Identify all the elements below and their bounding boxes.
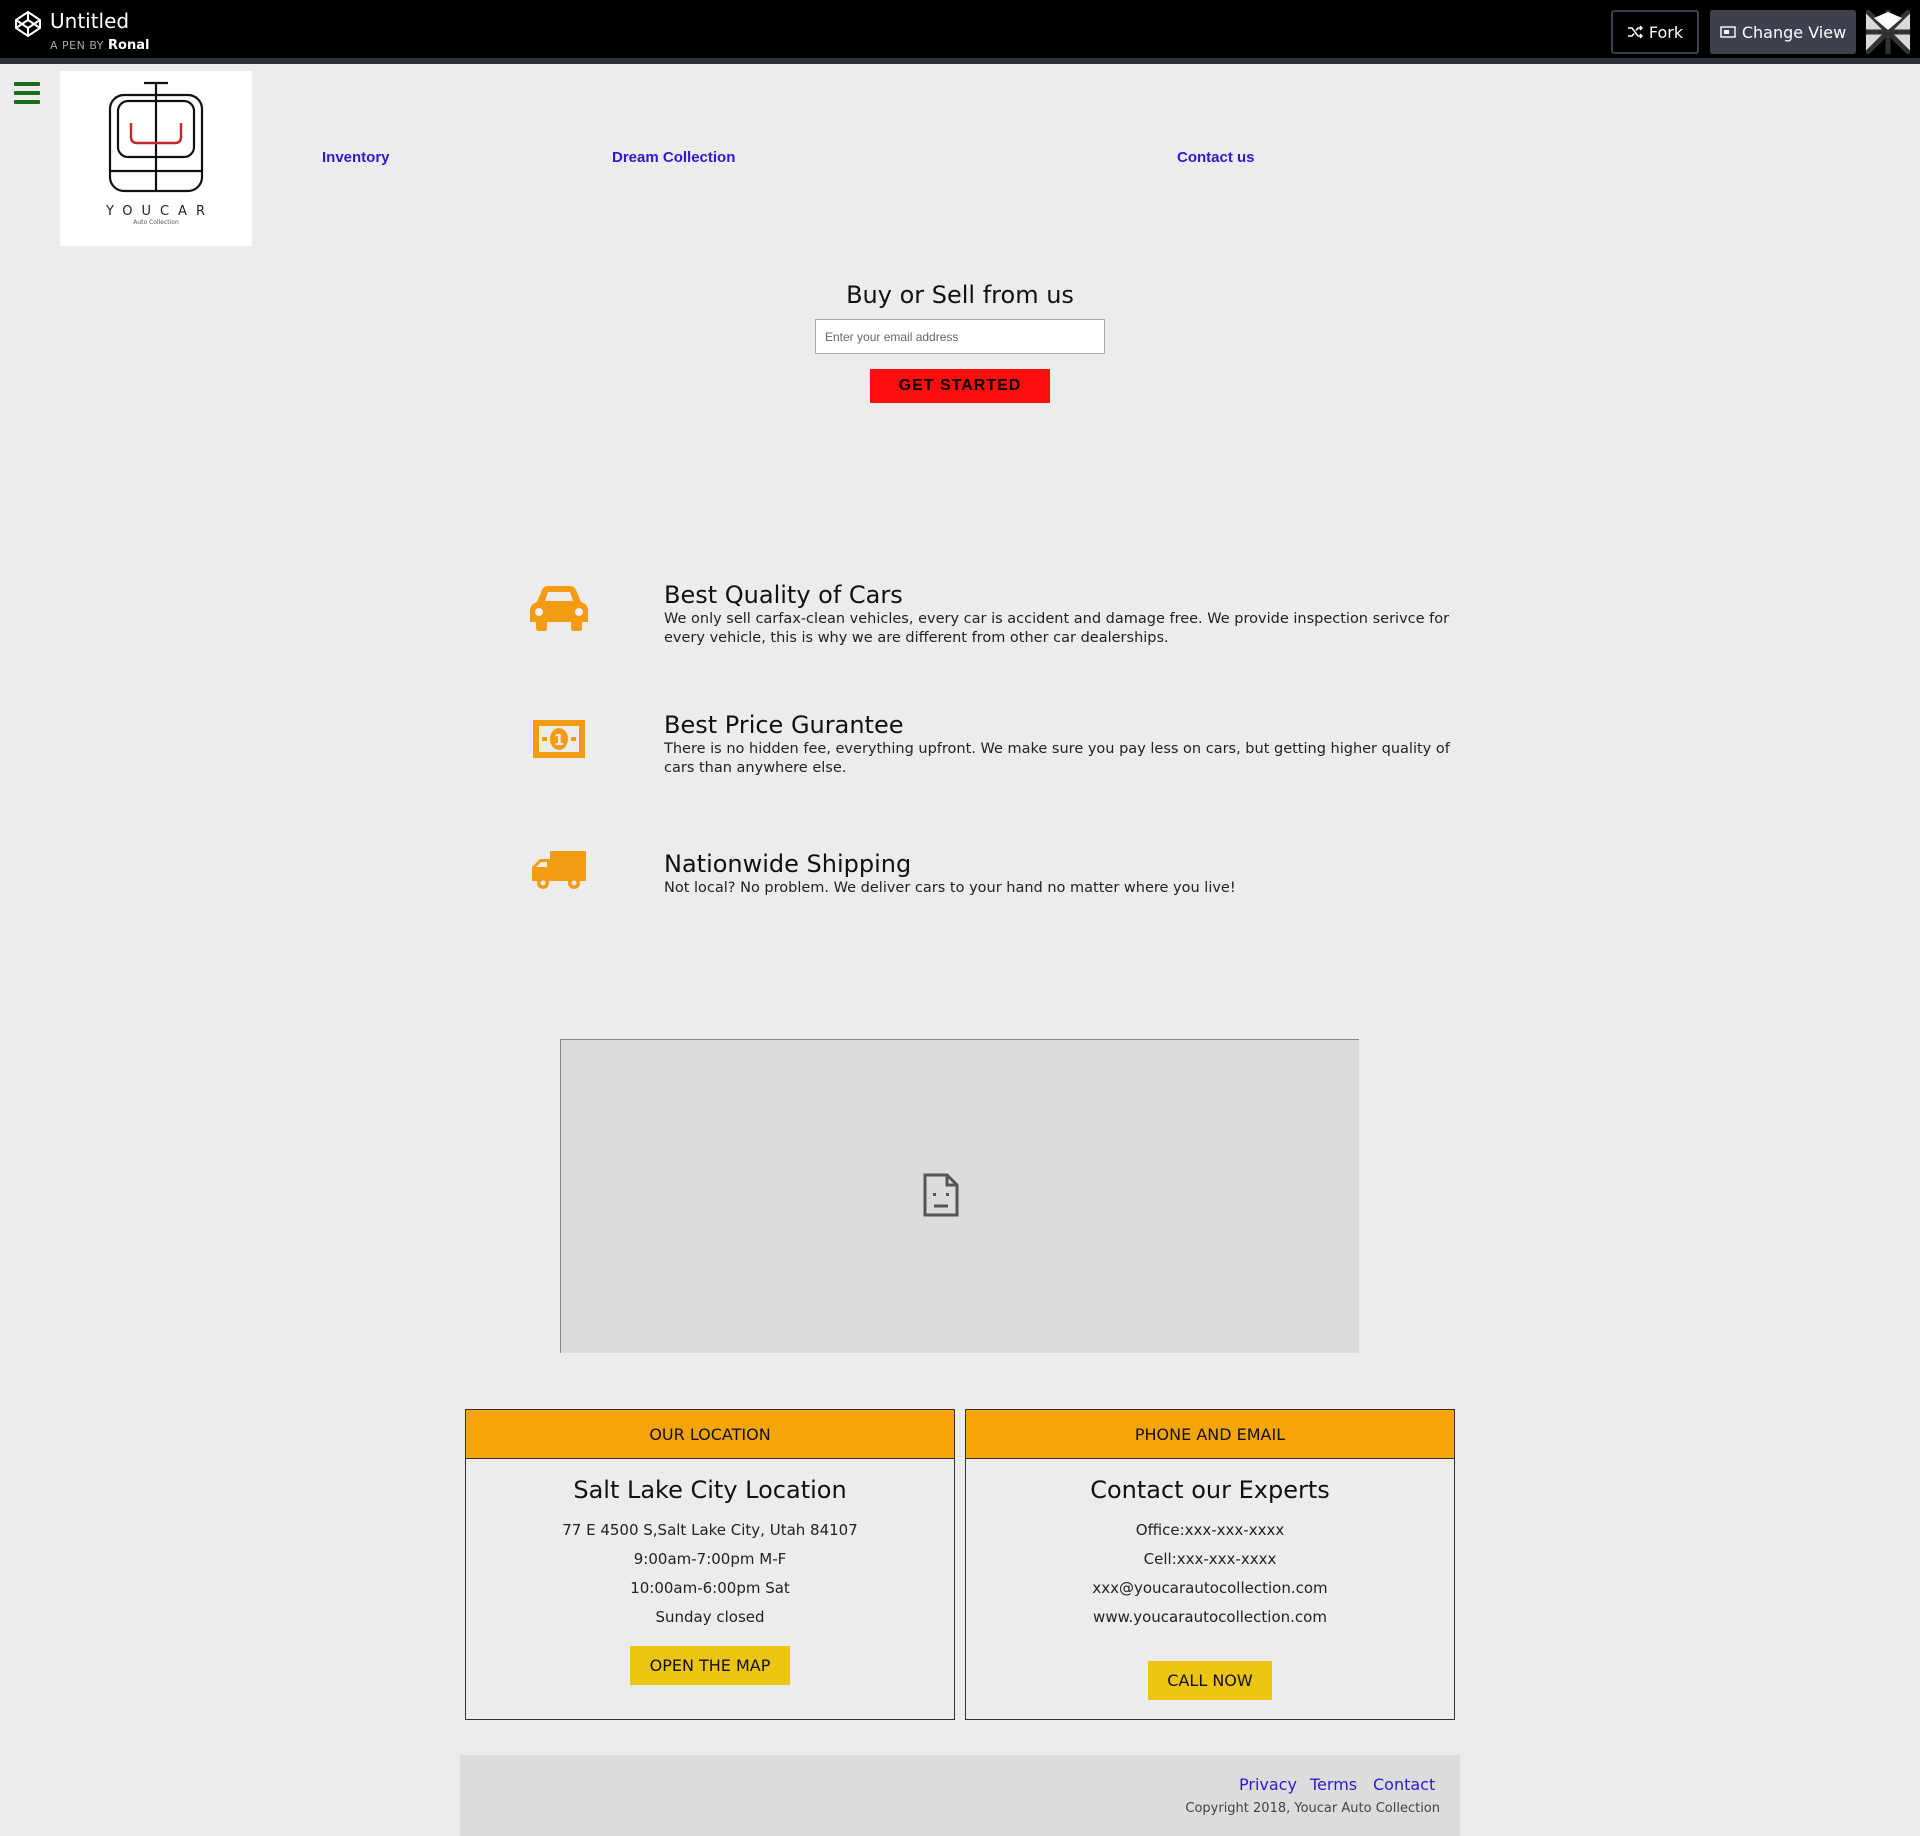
- nav-contact-us[interactable]: Contact us: [1177, 149, 1255, 166]
- youcar-logo-icon: [108, 81, 204, 193]
- brand-name: YOUCAR: [106, 204, 214, 219]
- pen-byline: A PEN BY Ronal: [50, 38, 149, 53]
- open-map-button[interactable]: OPEN THE MAP: [630, 1646, 790, 1685]
- feature-title-price: Best Price Gurantee: [664, 711, 904, 739]
- contact-card-title: Contact our Experts: [1090, 1476, 1330, 1504]
- footer-terms-link[interactable]: Terms: [1310, 1775, 1357, 1794]
- get-started-button[interactable]: GET STARTED: [870, 369, 1050, 403]
- feature-title-quality: Best Quality of Cars: [664, 581, 903, 609]
- footer-privacy-link[interactable]: Privacy: [1239, 1775, 1297, 1794]
- nav-inventory[interactable]: Inventory: [322, 149, 390, 166]
- change-view-icon: [1720, 26, 1736, 38]
- svg-text:1: 1: [554, 731, 564, 749]
- contact-cell-phone: Cell:xxx-xxx-xxxx: [1143, 1550, 1277, 1568]
- footer-contact-link[interactable]: Contact: [1373, 1775, 1435, 1794]
- byline-prefix: A PEN BY: [50, 39, 104, 52]
- pen-author[interactable]: Ronal: [108, 38, 149, 53]
- hero-title: Buy or Sell from us: [846, 281, 1074, 309]
- feature-text-quality: We only sell carfax-clean vehicles, ever…: [664, 611, 1450, 646]
- location-hours-sat: 10:00am-6:00pm Sat: [630, 1579, 790, 1597]
- contact-email[interactable]: xxx@youcarautocollection.com: [966, 1574, 1454, 1603]
- email-input[interactable]: [815, 319, 1105, 354]
- location-card-title: Salt Lake City Location: [573, 1476, 847, 1504]
- site-logo[interactable]: YOUCAR Auto Collection: [60, 71, 252, 246]
- feature-text-price: There is no hidden fee, everything upfro…: [664, 741, 1450, 776]
- feature-title-shipping: Nationwide Shipping: [664, 850, 912, 878]
- map-embed[interactable]: [560, 1039, 1359, 1353]
- copyright-text: Copyright 2018, Youcar Auto Collection: [1185, 1801, 1440, 1816]
- codepen-logo-icon[interactable]: [14, 10, 42, 38]
- codepen-header: Untitled A PEN BY Ronal Fork Change View: [0, 0, 1920, 64]
- location-card: OUR LOCATION Salt Lake City Location 77 …: [465, 1409, 955, 1720]
- brand-tagline: Auto Collection: [133, 219, 179, 226]
- broken-page-icon: [923, 1173, 959, 1217]
- user-avatar[interactable]: [1864, 8, 1912, 56]
- fork-label: Fork: [1648, 22, 1684, 42]
- contact-office-phone: Office:xxx-xxx-xxxx: [1135, 1521, 1285, 1539]
- call-now-button[interactable]: CALL NOW: [1148, 1661, 1272, 1700]
- location-card-header: OUR LOCATION: [466, 1410, 954, 1459]
- nav-dream-collection[interactable]: Dream Collection: [612, 149, 735, 166]
- site-footer: Privacy Terms Contact Copyright 2018, Yo…: [460, 1755, 1460, 1836]
- fork-button[interactable]: Fork: [1611, 10, 1699, 54]
- change-view-label: Change View: [1741, 22, 1847, 42]
- fork-icon: [1627, 25, 1643, 39]
- location-address: 77 E 4500 S,Salt Lake City, Utah 84107: [562, 1521, 858, 1539]
- avatar-pattern-icon: [1864, 8, 1912, 56]
- hamburger-menu-icon[interactable]: [14, 82, 40, 104]
- contact-card-header: PHONE AND EMAIL: [966, 1410, 1454, 1459]
- pen-title[interactable]: Untitled: [50, 9, 129, 33]
- money-icon: 1: [533, 720, 585, 758]
- location-hours-weekday: 9:00am-7:00pm M-F: [633, 1550, 787, 1568]
- change-view-button[interactable]: Change View: [1710, 10, 1856, 54]
- contact-card: PHONE AND EMAIL Contact our Experts Offi…: [965, 1409, 1455, 1720]
- car-icon: [530, 586, 588, 631]
- feature-text-shipping: Not local? No problem. We deliver cars t…: [664, 880, 1236, 896]
- location-hours-sun: Sunday closed: [655, 1608, 765, 1626]
- contact-website[interactable]: www.youcarautocollection.com: [966, 1603, 1454, 1632]
- truck-icon: [532, 851, 586, 889]
